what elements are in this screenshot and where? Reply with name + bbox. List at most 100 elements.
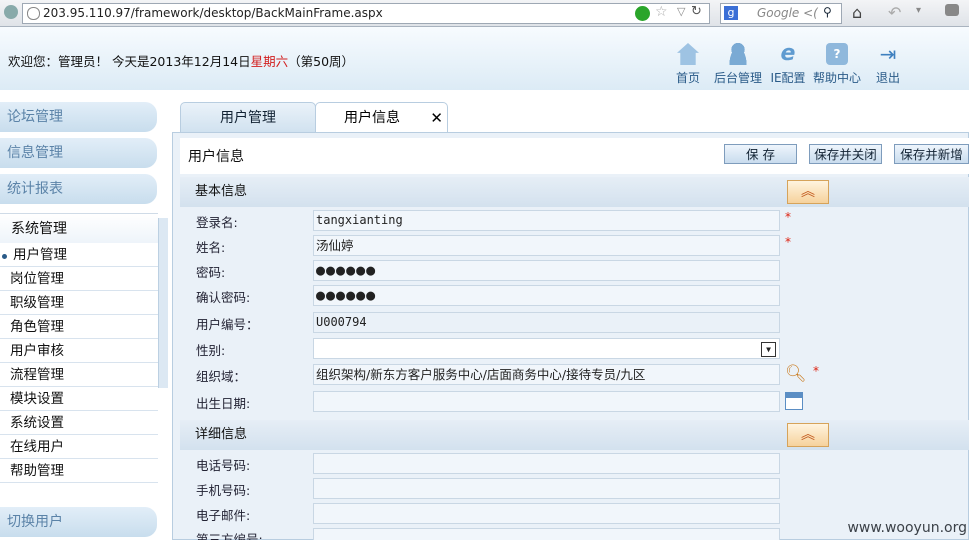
section-detail-info: 详细信息: [180, 420, 969, 450]
url-text: 203.95.110.97/framework/desktop/BackMain…: [43, 6, 383, 20]
sidebar-item-system-settings[interactable]: 系统设置: [0, 412, 158, 435]
search-input[interactable]: Google <(: [757, 6, 818, 20]
user-number-label: 用户编号：: [196, 317, 259, 332]
org-field[interactable]: 组织架构/新东方客户服务中心/店面商务中心/接待专员/九区: [313, 364, 780, 385]
page-title: 用户信息: [188, 149, 244, 165]
calendar-icon[interactable]: [785, 392, 803, 410]
exit-icon: ⇥: [879, 42, 897, 66]
section-basic-info: 基本信息: [180, 177, 969, 207]
birthdate-label: 出生日期:: [196, 396, 251, 411]
search-box[interactable]: g Google <( ⚲: [720, 3, 842, 24]
third-party-field[interactable]: [313, 528, 780, 540]
save-new-button[interactable]: 保存并新增: [894, 144, 969, 164]
close-icon[interactable]: ✕: [430, 103, 443, 133]
confirm-password-label: 确认密码:: [196, 290, 251, 305]
sidebar-item-rank[interactable]: 职级管理: [0, 292, 158, 315]
sidebar-item-role[interactable]: 角色管理: [0, 316, 158, 339]
field-row-password: 密码: ●●●●●●: [188, 258, 969, 283]
browser-toolbar: 203.95.110.97/framework/desktop/BackMain…: [0, 0, 969, 27]
save-button[interactable]: 保 存: [724, 144, 797, 164]
nav-ie-config-label: IE配置: [770, 71, 806, 85]
nav-help-label: 帮助中心: [812, 71, 861, 85]
collapse-basic-button[interactable]: ︽: [787, 180, 829, 204]
go-icon[interactable]: [635, 6, 650, 21]
tab-user-info[interactable]: 用户信息 ✕: [315, 102, 448, 132]
mobile-field[interactable]: [313, 478, 780, 499]
mobile-label: 手机号码:: [196, 483, 251, 498]
nav-logout[interactable]: ⇥ 退出: [868, 43, 908, 86]
tab-user-management[interactable]: 用户管理: [180, 102, 316, 132]
required-mark: *: [785, 210, 791, 224]
address-bar[interactable]: 203.95.110.97/framework/desktop/BackMain…: [22, 3, 710, 24]
field-row-user-number: 用户编号： U000794: [188, 310, 969, 335]
search-icon[interactable]: ⚲: [823, 5, 832, 19]
collapse-detail-button[interactable]: ︽: [787, 423, 829, 447]
password-label: 密码:: [196, 265, 226, 280]
reload-icon[interactable]: ↻: [691, 4, 702, 19]
sidebar-category-info[interactable]: 信息管理: [0, 138, 157, 168]
save-close-button[interactable]: 保存并关闭: [809, 144, 882, 164]
confirm-password-field[interactable]: ●●●●●●: [313, 285, 780, 306]
user-number-field: U000794: [313, 312, 780, 333]
nav-logout-label: 退出: [875, 71, 900, 85]
sidebar-scrollbar[interactable]: [158, 218, 168, 388]
sidebar-item-help-mgmt[interactable]: 帮助管理: [0, 460, 158, 483]
sidebar-category-system[interactable]: 系统管理: [0, 213, 158, 243]
tab-user-info-label: 用户信息: [344, 110, 400, 126]
undo-icon[interactable]: ↶: [888, 3, 901, 22]
menu-dropdown-icon[interactable]: ▾: [916, 5, 921, 16]
sidebar-item-workflow[interactable]: 流程管理: [0, 364, 158, 387]
sidebar-category-reports[interactable]: 统计报表: [0, 174, 157, 204]
gender-select[interactable]: ▼: [313, 338, 780, 359]
bullet-icon: [2, 254, 7, 259]
required-mark: *: [785, 235, 791, 249]
name-label: 姓名:: [196, 240, 226, 255]
phone-field[interactable]: [313, 453, 780, 474]
nav-help[interactable]: ? 帮助中心: [811, 43, 863, 86]
required-mark: *: [813, 364, 819, 378]
switch-user-button[interactable]: 切换用户: [0, 507, 157, 537]
field-row-name: 姓名: 汤仙婷 *: [188, 233, 969, 258]
sidebar-category-forum[interactable]: 论坛管理: [0, 102, 157, 132]
sidebar-item-label: 用户管理: [13, 247, 67, 263]
welcome-greeting: 欢迎您：管理员！ 今天是2013年12月14日: [8, 54, 251, 69]
app-header: 欢迎您：管理员！ 今天是2013年12月14日星期六（第50周） 首页 后台管理…: [0, 27, 969, 90]
chevron-down-icon[interactable]: ▼: [761, 342, 776, 357]
chevron-up-icon: ︽: [801, 184, 815, 200]
field-row-mobile: 手机号码:: [188, 476, 969, 501]
star-icon[interactable]: ☆: [655, 4, 668, 20]
dropdown-icon[interactable]: ▽: [677, 5, 685, 18]
nav-ie-config[interactable]: e IE配置: [766, 43, 810, 86]
login-label: 登录名:: [196, 215, 238, 230]
nav-home[interactable]: 首页: [668, 43, 708, 86]
email-label: 电子邮件:: [196, 508, 251, 523]
sidebar-item-position[interactable]: 岗位管理: [0, 268, 158, 291]
field-row-birthdate: 出生日期:: [188, 389, 969, 414]
password-field[interactable]: ●●●●●●: [313, 260, 780, 281]
birthdate-field[interactable]: [313, 391, 780, 412]
search-icon[interactable]: 🔍︎: [785, 364, 807, 384]
nav-admin[interactable]: 后台管理: [712, 43, 764, 86]
google-icon[interactable]: g: [724, 6, 738, 20]
sidebar-item-online-users[interactable]: 在线用户: [0, 436, 158, 459]
field-row-phone: 电话号码:: [188, 451, 969, 476]
sidebar-item-module[interactable]: 模块设置: [0, 388, 158, 411]
watermark: www.wooyun.org: [847, 520, 967, 536]
gender-label: 性别:: [196, 343, 226, 358]
sidebar-item-user-review[interactable]: 用户审核: [0, 340, 158, 363]
sidebar-item-user-mgmt[interactable]: 用户管理: [0, 244, 158, 267]
globe-icon: [27, 7, 40, 20]
nav-home-label: 首页: [675, 71, 700, 85]
phone-label: 电话号码:: [196, 458, 251, 473]
login-field[interactable]: tangxianting: [313, 210, 780, 231]
org-label: 组织域：: [196, 369, 247, 384]
addon-icon[interactable]: [945, 4, 959, 16]
name-field[interactable]: 汤仙婷: [313, 235, 780, 256]
back-icon[interactable]: [4, 5, 18, 19]
home-icon[interactable]: ⌂: [852, 3, 862, 22]
weekday: 星期六: [250, 54, 289, 69]
email-field[interactable]: [313, 503, 780, 524]
field-row-gender: 性别: ▼: [188, 336, 969, 361]
field-row-login: 登录名: tangxianting *: [188, 208, 969, 233]
tab-strip: 用户管理 用户信息 ✕: [172, 96, 969, 132]
